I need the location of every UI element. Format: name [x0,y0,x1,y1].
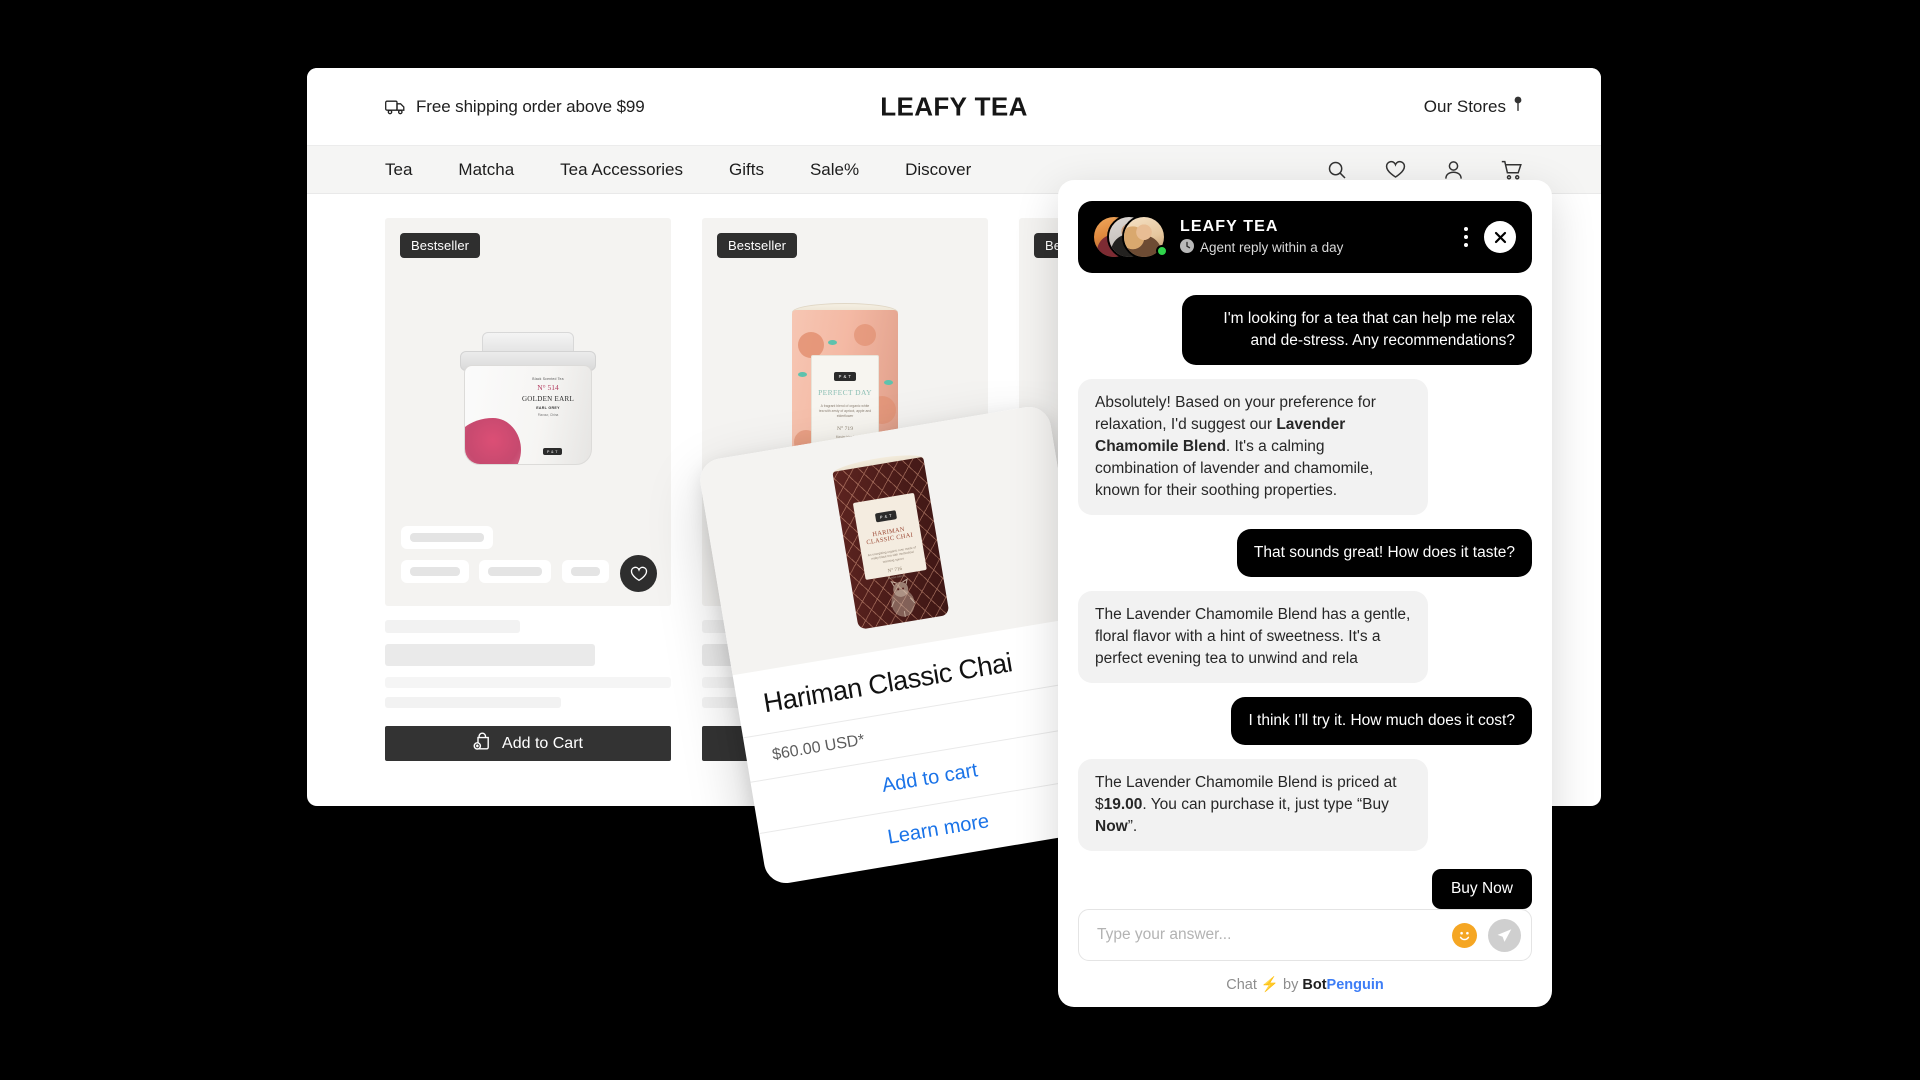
send-paper-plane-icon[interactable] [1488,918,1521,952]
online-status-dot [1156,245,1168,257]
chat-header: LEAFY TEA Agent reply within a day [1078,201,1532,273]
chat-input[interactable] [1097,926,1452,944]
lightning-bolt-icon: ⚡ [1260,977,1279,993]
tin-number: N° 514 [537,383,559,392]
nav-item-tea[interactable]: Tea [385,160,412,180]
tin-desc: A fragrant blend of organic white tea wi… [818,404,872,419]
msg-part: ”. [1127,818,1138,835]
tin-brand-mark: P & T [874,510,898,523]
chat-powered-by-credit: Chat ⚡ by BotPenguin [1078,976,1532,993]
tin-number: N° 719 [836,425,854,432]
search-icon[interactable] [1327,160,1347,180]
add-to-cart-button[interactable]: Add to Cart [385,726,671,761]
account-person-icon[interactable] [1444,160,1463,180]
close-icon[interactable] [1484,221,1516,253]
tin-eyebrow: Black Scented Tea [532,377,564,381]
chat-message-user: I'm looking for a tea that can help me r… [1182,295,1532,365]
add-to-wishlist-button[interactable] [620,555,657,592]
chat-widget: LEAFY TEA Agent reply within a day I'm l… [1058,180,1552,1007]
add-to-cart-label: Add to Cart [502,734,583,752]
chat-status: Agent reply within a day [1180,239,1464,256]
skeleton-chip [479,560,552,583]
buy-now-button[interactable]: Buy Now [1431,869,1532,909]
skeleton-chip [401,526,493,549]
chat-title: LEAFY TEA [1180,218,1279,235]
chat-input-wrapper [1078,909,1532,961]
nav-item-tea-accessories[interactable]: Tea Accessories [560,160,683,180]
chat-message-list: I'm looking for a tea that can help me r… [1058,273,1552,909]
tin-name: PERFECT DAY [818,388,872,397]
credit-penguin: Penguin [1326,977,1384,993]
clock-icon [1180,239,1194,256]
cart-bag-icon [473,732,492,756]
top-utility-bar: Free shipping order above $99 LEAFY TEA … [307,68,1601,145]
chat-header-text: LEAFY TEA Agent reply within a day [1180,218,1464,256]
product-card[interactable]: Bestseller Black Scented Tea N° 514 GOLD… [385,218,671,761]
nav-item-discover[interactable]: Discover [905,160,971,180]
chat-message-bot: The Lavender Chamomile Blend has a gentl… [1078,591,1428,683]
image-overlay-skeleton [401,520,615,588]
tin-brand-mark: P & T [833,372,857,381]
msg-part: . You can purchase it, just type “Buy [1142,796,1389,813]
nav-icon-group [1327,160,1523,180]
floating-product-card[interactable]: P & T HARIMAN CLASSIC CHAI An energizing… [696,403,1119,887]
tin-origin: Flavour, China [537,413,559,418]
screenshot-canvas: Free shipping order above $99 LEAFY TEA … [0,0,1920,1080]
tin-name: GOLDEN EARL [521,395,575,403]
msg-part-bold: Now [1095,818,1128,835]
chat-footer: Chat ⚡ by BotPenguin [1058,909,1552,1007]
tin-name: HARIMAN CLASSIC CHAI [865,525,914,547]
chat-quick-reply-row: Buy Now [1078,869,1532,909]
nav-item-matcha[interactable]: Matcha [458,160,514,180]
chat-message-user: I think I'll try it. How much does it co… [1231,697,1532,745]
kebab-menu-icon[interactable] [1464,227,1468,247]
credit-bot: Bot [1302,977,1327,993]
emoji-smiley-icon[interactable] [1452,922,1477,948]
wishlist-heart-icon[interactable] [1385,160,1406,179]
chat-message-row: That sounds great! How does it taste? [1078,529,1532,577]
tin-variant: EARL GREY [536,406,560,411]
nav-items: Tea Matcha Tea Accessories Gifts Sale% D… [385,160,971,180]
agent-avatars [1092,215,1168,259]
skeleton-chip [401,560,469,583]
chat-message-bot: The Lavender Chamomile Blend is priced a… [1078,759,1428,851]
chat-message-user: That sounds great! How does it taste? [1236,529,1532,577]
nav-item-sale[interactable]: Sale% [810,160,859,180]
chat-message-bot: Absolutely! Based on your preference for… [1078,379,1428,515]
product-text-skeleton [385,620,671,708]
chat-status-text: Agent reply within a day [1200,240,1344,255]
credit-prefix: Chat [1226,977,1257,993]
msg-part-bold: 19.00 [1103,796,1143,813]
store-brand-logo: LEAFY TEA [880,91,1028,121]
chat-message-row: I think I'll try it. How much does it co… [1078,697,1532,745]
chat-message-row: I'm looking for a tea that can help me r… [1078,295,1532,365]
skeleton-chip [561,560,609,583]
credit-by: by [1283,977,1299,993]
nav-item-gifts[interactable]: Gifts [729,160,764,180]
chat-message-row: The Lavender Chamomile Blend has a gentl… [1078,591,1532,683]
cart-icon[interactable] [1501,160,1523,180]
tin-brand-mark: P & T [543,448,562,455]
chat-message-row: Absolutely! Based on your preference for… [1078,379,1532,515]
chat-message-row: The Lavender Chamomile Blend is priced a… [1078,759,1532,851]
msg-part: The Lavender Chamomile Blend has a gentl… [1095,606,1411,667]
product-image-area: Bestseller Black Scented Tea N° 514 GOLD… [385,218,671,606]
